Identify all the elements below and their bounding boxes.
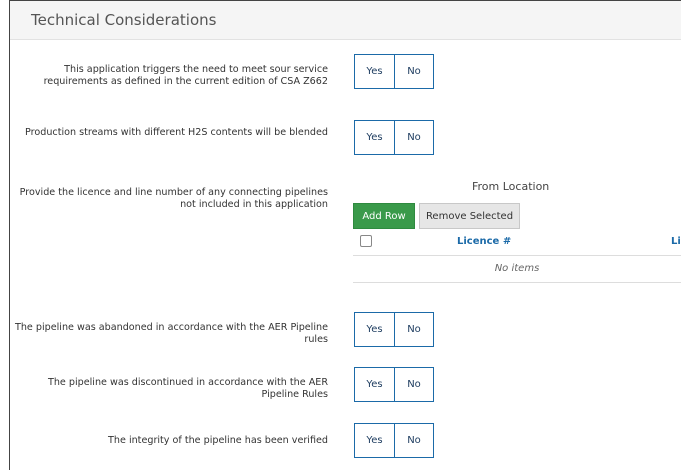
integrity-toggle: Yes No [354, 423, 434, 458]
from-location-label: From Location [472, 180, 550, 193]
question-abandoned: The pipeline was abandoned in accordance… [14, 322, 328, 345]
form-panel: Technical Considerations This applicatio… [0, 0, 681, 470]
abandoned-toggle: Yes No [354, 312, 434, 347]
table-empty-message: No items [353, 256, 681, 283]
sour-service-toggle: Yes No [354, 54, 434, 89]
pipelines-table-header: Licence # Lir [353, 230, 681, 256]
sour-service-no-button[interactable]: No [395, 55, 433, 88]
discontinued-yes-button[interactable]: Yes [355, 368, 395, 401]
integrity-yes-button[interactable]: Yes [355, 424, 395, 457]
add-row-button[interactable]: Add Row [353, 203, 415, 229]
section-header: Technical Considerations [10, 1, 681, 40]
remove-selected-button[interactable]: Remove Selected [419, 203, 520, 229]
question-connecting-pipelines: Provide the licence and line number of a… [19, 187, 328, 210]
discontinued-toggle: Yes No [354, 367, 434, 402]
select-all-checkbox[interactable] [360, 235, 372, 247]
column-line[interactable]: Lir [671, 236, 681, 247]
abandoned-no-button[interactable]: No [395, 313, 433, 346]
h2s-blended-yes-button[interactable]: Yes [355, 121, 395, 154]
question-sour-service: This application triggers the need to me… [43, 64, 328, 87]
h2s-blended-no-button[interactable]: No [395, 121, 433, 154]
sour-service-yes-button[interactable]: Yes [355, 55, 395, 88]
integrity-no-button[interactable]: No [395, 424, 433, 457]
abandoned-yes-button[interactable]: Yes [355, 313, 395, 346]
h2s-blended-toggle: Yes No [354, 120, 434, 155]
column-licence[interactable]: Licence # [457, 236, 511, 247]
question-discontinued: The pipeline was discontinued in accorda… [47, 377, 328, 400]
question-h2s-blended: Production streams with different H2S co… [25, 127, 328, 138]
discontinued-no-button[interactable]: No [395, 368, 433, 401]
section-title: Technical Considerations [31, 11, 217, 29]
question-integrity-verified: The integrity of the pipeline has been v… [108, 435, 328, 446]
